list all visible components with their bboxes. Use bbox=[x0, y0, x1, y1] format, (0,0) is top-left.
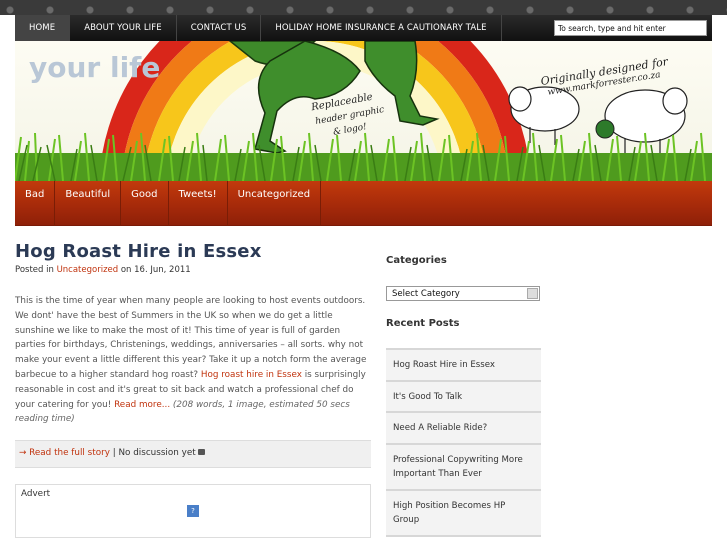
read-full-story-link[interactable]: → Read the full story bbox=[19, 448, 110, 458]
meta-prefix: Posted in bbox=[15, 265, 57, 275]
categories-heading: Categories bbox=[386, 255, 447, 266]
recent-post-item[interactable]: It's Good To Talk bbox=[386, 379, 541, 411]
advert-box: Advert ? bbox=[15, 484, 371, 538]
category-tweets[interactable]: Tweets! bbox=[169, 181, 228, 226]
top-navigation: HOME ABOUT YOUR LIFE CONTACT US HOLIDAY … bbox=[15, 15, 712, 41]
post-excerpt: This is the time of year when many peopl… bbox=[15, 294, 367, 427]
category-select[interactable]: Select Category bbox=[386, 286, 540, 301]
post-title[interactable]: Hog Roast Hire in Essex bbox=[15, 241, 262, 262]
site-logo[interactable]: your life bbox=[29, 51, 160, 84]
nav-home[interactable]: HOME bbox=[15, 15, 71, 41]
excerpt-text-1: This is the time of year when many peopl… bbox=[15, 296, 367, 380]
discussion-status[interactable]: | No discussion yet bbox=[110, 448, 199, 458]
advert-label: Advert bbox=[21, 489, 51, 499]
post-date: on 16. Jun, 2011 bbox=[118, 265, 191, 275]
dropdown-arrow-icon[interactable] bbox=[527, 288, 538, 299]
nav-about[interactable]: ABOUT YOUR LIFE bbox=[70, 15, 177, 41]
category-bar: Bad Beautiful Good Tweets! Uncategorized bbox=[15, 181, 712, 226]
header-banner: your life Originally designed for www.ma… bbox=[15, 41, 712, 181]
category-beautiful[interactable]: Beautiful bbox=[55, 181, 122, 226]
recent-post-item[interactable]: Need A Reliable Ride? bbox=[386, 411, 541, 443]
comment-icon bbox=[198, 448, 206, 455]
category-bad[interactable]: Bad bbox=[15, 181, 56, 226]
recent-post-item[interactable]: Hog Roast Hire in Essex bbox=[386, 348, 541, 380]
category-select-value: Select Category bbox=[392, 289, 460, 299]
recent-posts-heading: Recent Posts bbox=[386, 318, 460, 329]
post-meta: Posted in Uncategorized on 16. Jun, 2011 bbox=[15, 265, 191, 275]
nav-holiday-insurance[interactable]: HOLIDAY HOME INSURANCE A CAUTIONARY TALE bbox=[261, 15, 502, 41]
nav-contact[interactable]: CONTACT US bbox=[177, 15, 262, 41]
search-input[interactable]: To search, type and hit enter bbox=[554, 20, 707, 36]
recent-post-item[interactable]: Professional Copywriting More Important … bbox=[386, 442, 541, 489]
post-footer-bar: → Read the full story | No discussion ye… bbox=[15, 440, 371, 468]
recent-posts-list: Hog Roast Hire in Essex It's Good To Tal… bbox=[386, 348, 541, 537]
post-category-link[interactable]: Uncategorized bbox=[57, 265, 119, 275]
hog-roast-link[interactable]: Hog roast hire in Essex bbox=[201, 370, 302, 380]
category-good[interactable]: Good bbox=[121, 181, 169, 226]
recent-post-item[interactable]: High Position Becomes HP Group bbox=[386, 488, 541, 537]
category-uncategorized[interactable]: Uncategorized bbox=[228, 181, 322, 226]
read-more-link[interactable]: Read more... bbox=[114, 400, 170, 410]
advert-placeholder-icon[interactable]: ? bbox=[187, 505, 199, 517]
